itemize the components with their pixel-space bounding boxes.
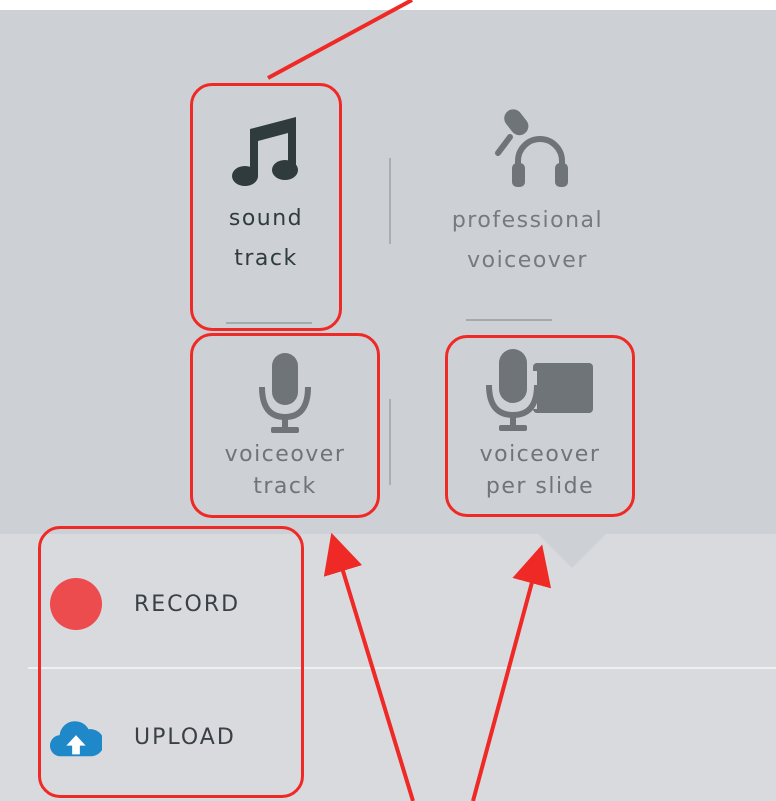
record-label: RECORD [134,591,241,617]
sound-track-option[interactable]: sound track [192,85,340,329]
music-note-icon [230,113,302,193]
voiceover-track-option[interactable]: voiceover track [192,335,378,516]
voiceover-track-label: voiceover track [224,442,346,499]
record-button[interactable]: RECORD [50,578,240,630]
panel-pointer [538,534,606,568]
action-row-divider [28,667,776,669]
top-white-strip [0,0,776,10]
voiceover-per-slide-option[interactable]: voiceover per slide [447,337,633,515]
microphone-slides-icon [485,349,595,439]
professional-voiceover-option[interactable]: professional voiceover [405,95,650,281]
record-dot-icon [50,578,102,630]
sound-track-label: sound track [228,206,304,271]
professional-voiceover-label: professional voiceover [451,208,604,273]
cloud-upload-icon [50,715,102,759]
option-separator [389,399,391,485]
option-separator [389,158,391,244]
selected-indicator-line [226,322,312,324]
audio-options-panel [0,10,776,534]
voiceover-per-slide-label: voiceover per slide [479,442,601,499]
upload-button[interactable]: UPLOAD [50,715,236,759]
upload-label: UPLOAD [134,724,236,750]
microphone-icon [257,353,313,439]
option-divider-line [466,319,552,321]
microphone-headphones-icon [488,107,568,193]
